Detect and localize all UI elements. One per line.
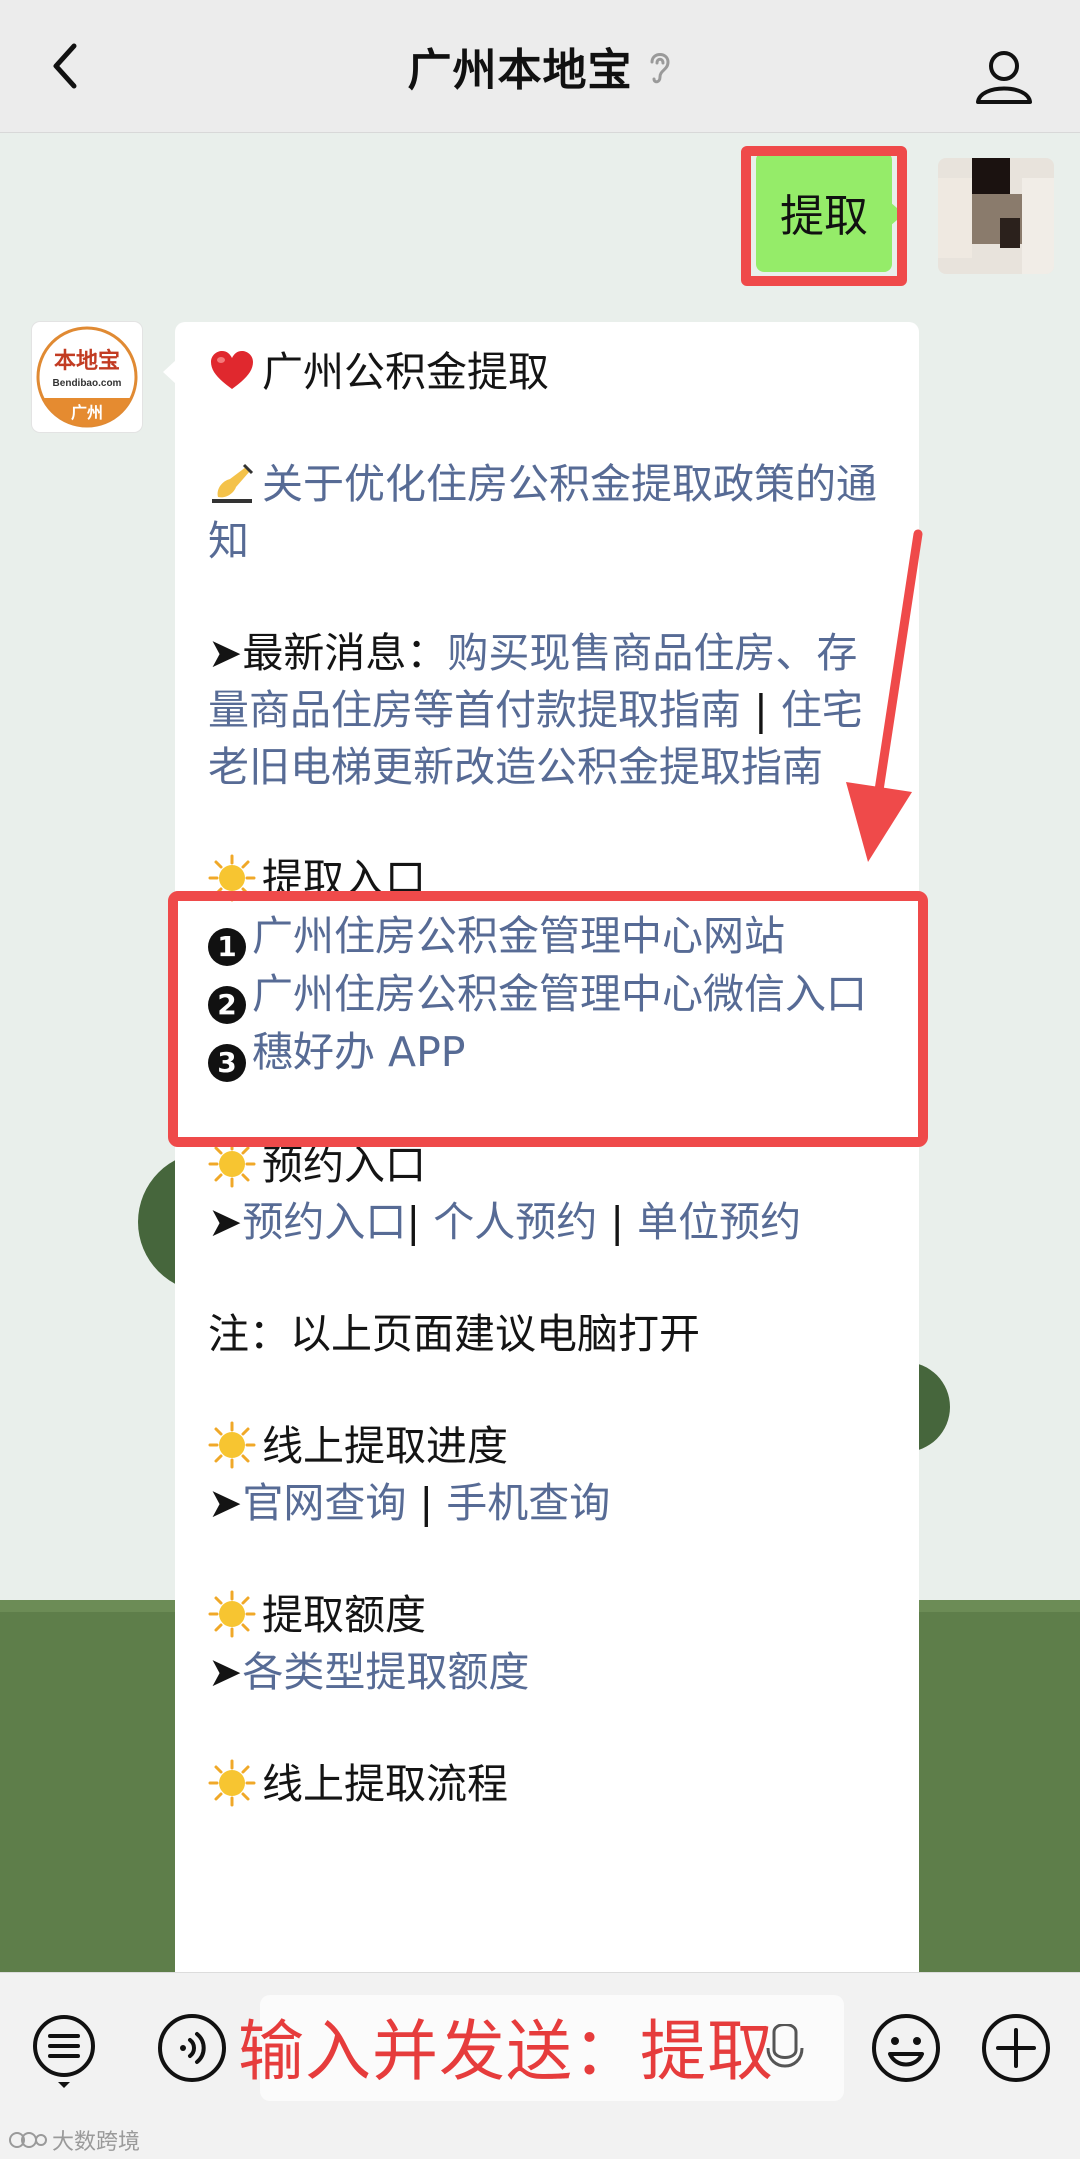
logo-domain-text: Bendibao.com	[53, 378, 122, 389]
amount-heading: 提取额度	[262, 1591, 426, 1639]
booking-section: 预约入口 ➤预约入口| 个人预约 | 单位预约	[208, 1137, 898, 1251]
progress-links-row: ➤官网查询 | 手机查询	[208, 1475, 898, 1532]
heart-icon	[211, 351, 253, 389]
sun-icon	[208, 1140, 256, 1188]
amount-arrow: ➤	[208, 1648, 243, 1696]
progress-link-mobile[interactable]: 手机查询	[446, 1479, 610, 1527]
entry-highlight-box	[168, 891, 928, 1147]
amount-section: 提取额度 ➤各类型提取额度	[208, 1587, 898, 1701]
writing-hand-icon	[212, 463, 254, 503]
annotation-arrow-icon	[846, 529, 923, 862]
send-hint-text: 输入并发送：提取	[238, 2013, 774, 2090]
emoji-icon[interactable]	[870, 2012, 942, 2084]
booking-separator-2: |	[597, 1198, 638, 1246]
amount-heading-row: 提取额度	[208, 1587, 898, 1644]
voice-icon[interactable]	[156, 2012, 228, 2084]
note-text: 注：以上页面建议电脑打开	[208, 1310, 700, 1358]
message-title-row: 广州公积金提取	[208, 344, 898, 401]
progress-separator: |	[406, 1479, 447, 1527]
booking-separator-1: |	[406, 1198, 434, 1246]
ear-icon	[650, 53, 670, 84]
flow-section: 线上提取流程	[208, 1756, 898, 1813]
chat-header: 广州本地宝	[0, 0, 1080, 133]
title-wrap: 广州本地宝	[0, 0, 1080, 132]
booking-link-entry[interactable]: 预约入口	[242, 1198, 406, 1246]
progress-heading: 线上提取进度	[262, 1422, 508, 1470]
progress-section: 线上提取进度 ➤官网查询 | 手机查询	[208, 1418, 898, 1532]
bendibao-avatar[interactable]: 本地宝 Bendibao.com 广州	[32, 322, 142, 432]
news-label: ➤最新消息：	[208, 629, 448, 677]
profile-icon[interactable]	[974, 48, 1034, 104]
booking-heading: 预约入口	[262, 1141, 426, 1189]
notice-row: 关于优化住房公积金提取政策的通知	[208, 456, 898, 570]
sun-icon	[208, 1421, 256, 1469]
booking-link-personal[interactable]: 个人预约	[433, 1198, 597, 1246]
flow-heading-row: 线上提取流程	[208, 1756, 898, 1813]
chat-title: 广州本地宝	[407, 45, 633, 96]
notice-link[interactable]: 关于优化住房公积金提取政策的通知	[208, 460, 877, 565]
bendibao-logo: 本地宝 Bendibao.com 广州	[36, 326, 138, 428]
progress-link-website[interactable]: 官网查询	[242, 1479, 406, 1527]
logo-city-text: 广州	[71, 403, 103, 422]
watermark-text: 大数跨境	[52, 2130, 141, 2155]
news-separator: |	[741, 686, 781, 734]
news-row: ➤最新消息：购买现售商品住房、存量商品住房等首付款提取指南 | 住宅老旧电梯更新…	[208, 625, 898, 796]
watermark-logo-icon	[9, 2132, 47, 2148]
sun-icon	[208, 1590, 256, 1638]
outgoing-highlight-box	[741, 146, 907, 286]
booking-arrow: ➤	[208, 1198, 243, 1246]
plus-icon[interactable]	[980, 2012, 1052, 2084]
booking-links-row: ➤预约入口| 个人预约 | 单位预约	[208, 1194, 898, 1251]
note-row: 注：以上页面建议电脑打开	[208, 1306, 898, 1363]
progress-arrow: ➤	[208, 1479, 243, 1527]
menu-icon[interactable]	[30, 2012, 98, 2088]
booking-link-company[interactable]: 单位预约	[637, 1198, 801, 1246]
flow-heading: 线上提取流程	[262, 1760, 508, 1808]
logo-main-text: 本地宝	[54, 348, 120, 373]
amount-link[interactable]: 各类型提取额度	[242, 1648, 529, 1696]
watermark: 大数跨境	[8, 2124, 140, 2156]
sun-icon	[208, 1759, 256, 1807]
progress-heading-row: 线上提取进度	[208, 1418, 898, 1475]
message-title: 广州公积金提取	[262, 348, 549, 396]
amount-link-row: ➤各类型提取额度	[208, 1644, 898, 1701]
self-avatar[interactable]	[938, 158, 1054, 274]
